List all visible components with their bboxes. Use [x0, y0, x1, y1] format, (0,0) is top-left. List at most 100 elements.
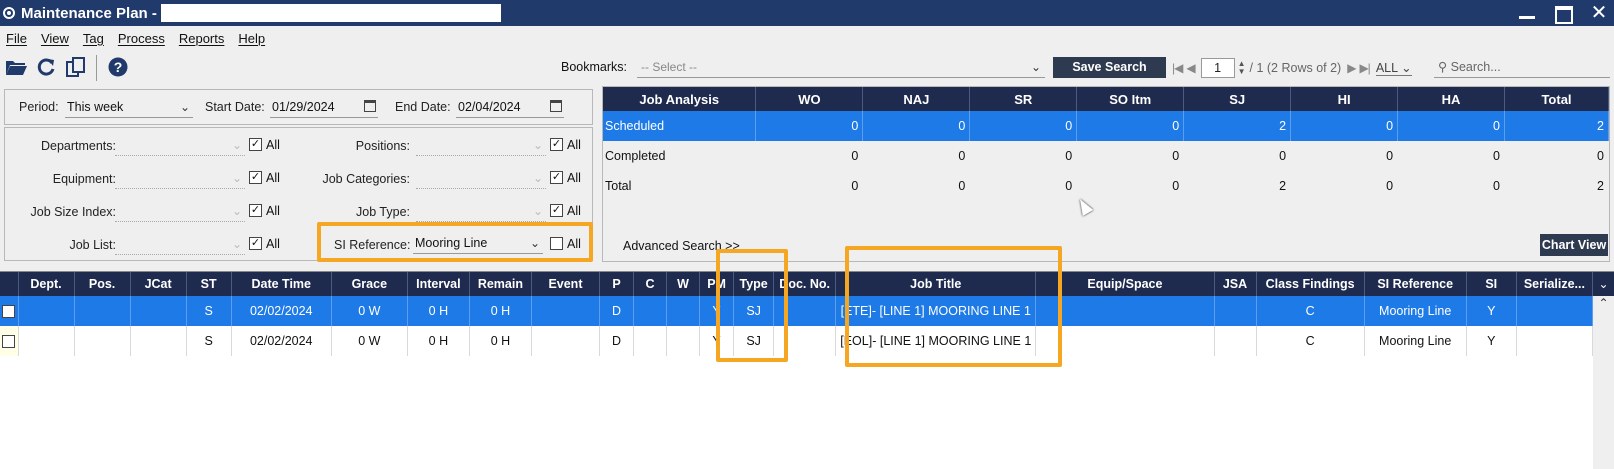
job-size-index-select[interactable]: ⌄ — [115, 202, 245, 222]
job-list-select[interactable]: ⌄ — [115, 235, 245, 255]
row-select-cell[interactable] — [0, 326, 19, 356]
col-jsa[interactable]: JSA — [1214, 272, 1257, 296]
start-date-input[interactable]: 01/29/2024 — [270, 98, 378, 118]
job-type-all-checkbox[interactable]: ✓ — [550, 204, 563, 217]
menu-help[interactable]: Help — [238, 31, 265, 46]
col-job-analysis[interactable]: Job Analysis — [603, 87, 757, 111]
maximize-button[interactable] — [1552, 3, 1574, 24]
equipment-select[interactable]: ⌄ — [115, 169, 245, 189]
col-wo[interactable]: WO — [755, 87, 864, 111]
analysis-row-total[interactable]: Total 0 0 0 0 2 0 0 2 — [603, 171, 1609, 201]
equipment-all-checkbox[interactable]: ✓ — [249, 171, 262, 184]
calendar-icon[interactable] — [550, 100, 562, 112]
col-hi[interactable]: HI — [1290, 87, 1399, 111]
si-reference-all-checkbox[interactable] — [550, 237, 563, 250]
prev-page-icon[interactable]: ◀ — [1186, 61, 1195, 75]
analysis-row-completed[interactable]: Completed 0 0 0 0 0 0 0 0 — [603, 141, 1609, 171]
folder-icon[interactable] — [4, 56, 28, 78]
refresh-icon[interactable] — [34, 56, 58, 78]
row-select-cell[interactable] — [0, 296, 19, 326]
col-equip-space[interactable]: Equip/Space — [1035, 272, 1215, 296]
col-remain[interactable]: Remain — [469, 272, 532, 296]
col-interval[interactable]: Interval — [407, 272, 470, 296]
page-spinner-icon[interactable]: ▲ ▼ — [1238, 59, 1246, 76]
copy-icon[interactable] — [64, 56, 88, 78]
calendar-icon[interactable] — [364, 100, 376, 112]
chart-view-button[interactable]: Chart View — [1540, 234, 1608, 256]
col-naj[interactable]: NAJ — [862, 87, 971, 111]
col-total[interactable]: Total — [1504, 87, 1609, 111]
job-categories-select[interactable]: ⌄ — [416, 169, 546, 189]
job-size-index-all-checkbox[interactable]: ✓ — [249, 204, 262, 217]
positions-select[interactable]: ⌄ — [416, 136, 546, 156]
period-select[interactable]: This week ⌄ — [65, 98, 193, 118]
col-dept[interactable]: Dept. — [18, 272, 75, 296]
col-job-title[interactable]: Job Title — [835, 272, 1037, 296]
col-date-time[interactable]: Date Time — [231, 272, 332, 296]
menu-file[interactable]: File — [6, 31, 27, 46]
menu-tag[interactable]: Tag — [83, 31, 104, 46]
si-reference-value: Mooring Line — [415, 236, 488, 250]
col-w[interactable]: W — [666, 272, 701, 296]
col-sr[interactable]: SR — [969, 87, 1078, 111]
close-button[interactable]: ✕ — [1588, 3, 1610, 23]
job-list-all-checkbox[interactable]: ✓ — [249, 237, 262, 250]
col-si-reference[interactable]: SI Reference — [1364, 272, 1467, 296]
minimize-button[interactable] — [1516, 3, 1538, 23]
col-grace[interactable]: Grace — [331, 272, 408, 296]
menu-view[interactable]: View — [41, 31, 69, 46]
analysis-row-scheduled[interactable]: Scheduled 0 0 0 0 2 0 0 2 — [603, 111, 1609, 141]
col-si[interactable]: SI — [1466, 272, 1517, 296]
col-st[interactable]: ST — [186, 272, 232, 296]
search-input[interactable]: ⚲ Search... — [1434, 57, 1610, 78]
col-select[interactable] — [0, 272, 19, 296]
cell-st: S — [186, 326, 232, 356]
period-panel: Period: This week ⌄ Start Date: 01/29/20… — [4, 89, 593, 125]
departments-label: Departments: — [40, 139, 116, 153]
rows-filter-select[interactable]: ALL ⌄ — [1375, 60, 1412, 76]
departments-all-checkbox[interactable]: ✓ — [249, 138, 262, 151]
job-categories-all-checkbox[interactable]: ✓ — [550, 171, 563, 184]
col-jcat[interactable]: JCat — [130, 272, 187, 296]
column-menu-icon[interactable]: ⌄ — [1593, 272, 1614, 296]
chevron-down-icon: ⌄ — [532, 204, 543, 218]
last-page-icon[interactable]: ▶| — [1359, 61, 1370, 75]
next-page-icon[interactable]: ▶ — [1347, 61, 1356, 75]
help-icon[interactable]: ? — [106, 56, 130, 78]
menu-reports[interactable]: Reports — [179, 31, 225, 46]
row-checkbox[interactable] — [2, 305, 16, 319]
cell-w — [666, 296, 701, 326]
cell-pos — [74, 296, 131, 326]
col-event[interactable]: Event — [531, 272, 601, 296]
col-serialize[interactable]: Serialize... — [1516, 272, 1594, 296]
col-pos[interactable]: Pos. — [74, 272, 131, 296]
si-reference-select[interactable]: Mooring Line ⌄ — [413, 234, 543, 254]
job-grid: Dept. Pos. JCat ST Date Time Grace Inter… — [0, 271, 1614, 469]
departments-select[interactable]: ⌄ — [115, 136, 245, 156]
cell: 0 — [1386, 179, 1394, 193]
col-doc-no[interactable]: Doc. No. — [773, 272, 837, 296]
table-row[interactable]: S 02/02/2024 0 W 0 H 0 H D Y SJ [EOL]- [… — [0, 326, 1594, 356]
col-c[interactable]: C — [633, 272, 668, 296]
positions-all-checkbox[interactable]: ✓ — [550, 138, 563, 151]
row-checkbox[interactable] — [2, 335, 16, 349]
col-ha[interactable]: HA — [1397, 87, 1505, 111]
table-row[interactable]: S 02/02/2024 0 W 0 H 0 H D Y SJ [ETE]- [… — [0, 296, 1594, 326]
cell: 0 — [958, 179, 966, 193]
advanced-search-link[interactable]: Advanced Search >> — [623, 239, 740, 253]
page-number-input[interactable]: 1 — [1200, 57, 1235, 78]
job-type-select[interactable]: ⌄ — [416, 202, 546, 222]
col-type[interactable]: Type — [733, 272, 775, 296]
col-sj[interactable]: SJ — [1183, 87, 1292, 111]
menu-process[interactable]: Process — [118, 31, 165, 46]
col-class-findings[interactable]: Class Findings — [1256, 272, 1365, 296]
grid-scrollbar[interactable]: ⌄ ⌃ — [1593, 272, 1614, 469]
bookmarks-select[interactable]: -- Select -- ⌄ — [637, 57, 1045, 78]
scroll-up-icon[interactable]: ⌃ — [1593, 296, 1614, 310]
col-p[interactable]: P — [599, 272, 635, 296]
save-search-button[interactable]: Save Search — [1053, 57, 1166, 78]
end-date-input[interactable]: 02/04/2024 — [456, 98, 564, 118]
col-so-itm[interactable]: SO Itm — [1076, 87, 1185, 111]
col-pm[interactable]: PM — [699, 272, 735, 296]
first-page-icon[interactable]: |◀ — [1172, 61, 1183, 75]
